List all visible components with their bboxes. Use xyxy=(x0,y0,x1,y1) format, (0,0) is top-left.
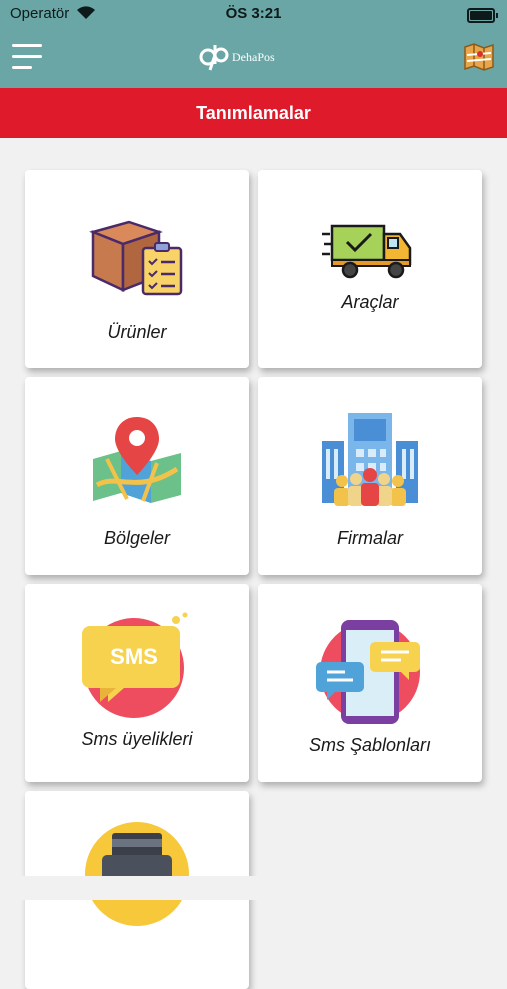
brand-name: DehaPos xyxy=(232,50,275,64)
dehapos-logo-icon xyxy=(199,45,229,71)
tile-label: Firmalar xyxy=(337,528,403,548)
tile-label: Sms üyelikleri xyxy=(81,729,193,749)
page-title: Tanımlamalar xyxy=(196,103,311,123)
tile-firmalar[interactable]: Firmalar xyxy=(258,377,482,575)
tile-label: Ürünler xyxy=(107,322,167,342)
tile-araclar[interactable]: Araçlar xyxy=(258,170,482,368)
tile-sms-sablonlari[interactable]: Sms Şablonları xyxy=(258,584,482,782)
company-building-icon xyxy=(322,413,418,506)
tile-bolgeler[interactable]: Bölgeler xyxy=(25,377,249,575)
tile-label: Araçlar xyxy=(341,292,399,312)
app-header: DehaPos xyxy=(0,28,507,88)
app-logo: DehaPos xyxy=(198,42,318,72)
screen-bottom-edge xyxy=(0,876,507,900)
battery-icon xyxy=(467,8,498,23)
map-button[interactable] xyxy=(463,41,495,73)
tile-urunler[interactable]: Ürünler xyxy=(25,170,249,368)
product-box-checklist-icon xyxy=(89,220,183,296)
hamburger-menu-icon xyxy=(12,44,42,47)
tile-sms-uyelikleri[interactable]: SMS Sms üyelikleri xyxy=(25,584,249,782)
map-icon xyxy=(464,43,494,71)
menu-button[interactable] xyxy=(12,42,44,72)
status-bar: Operatör ÖS 3:21 xyxy=(0,0,507,28)
status-time: ÖS 3:21 xyxy=(225,5,282,22)
printer-icon xyxy=(85,822,189,926)
page-title-bar: Tanımlamalar xyxy=(0,88,507,138)
map-pin-icon xyxy=(93,417,181,503)
delivery-truck-icon xyxy=(322,224,412,279)
sms-template-phone-icon xyxy=(316,620,420,724)
tile-label: Sms Şablonları xyxy=(308,735,432,755)
sms-bubble-icon: SMS xyxy=(82,612,188,718)
svg-text:SMS: SMS xyxy=(110,644,158,669)
tile-label: Bölgeler xyxy=(103,528,171,548)
